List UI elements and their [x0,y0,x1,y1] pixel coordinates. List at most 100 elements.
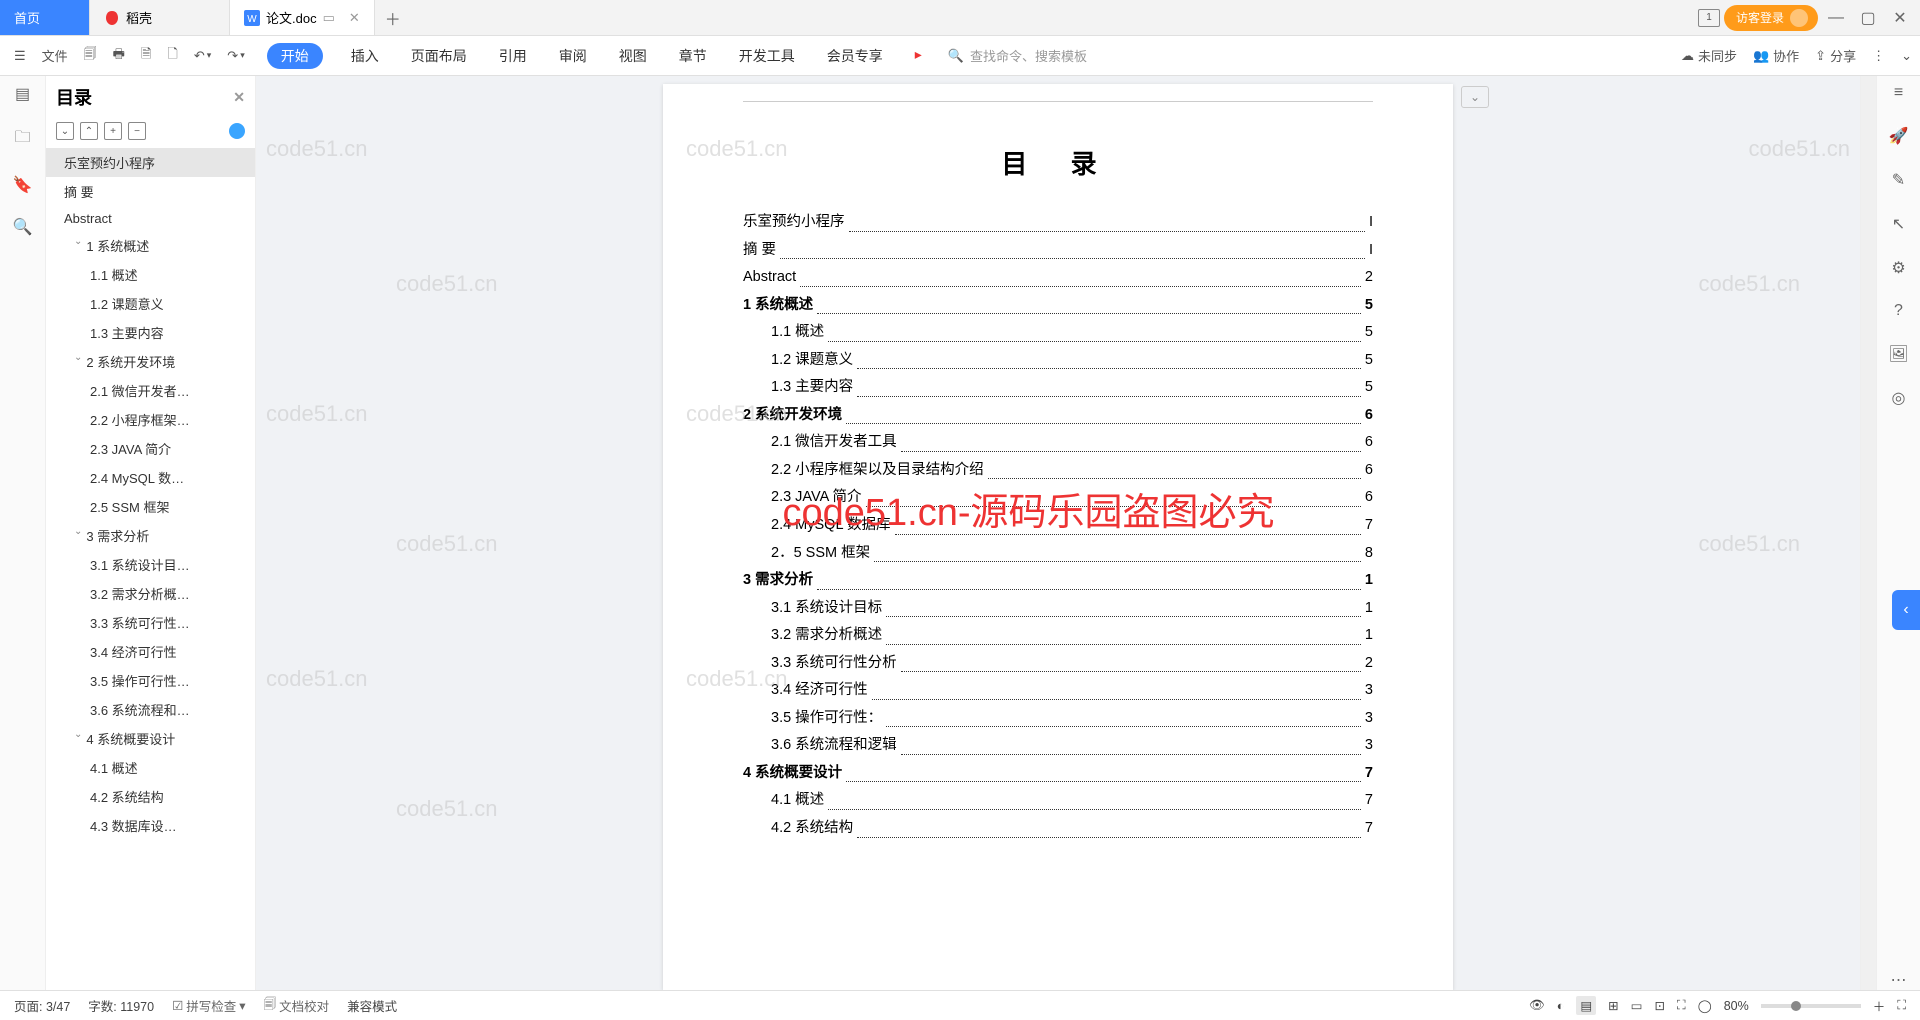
collapse-ribbon-icon[interactable]: ⌄ [1901,46,1912,65]
toc-row[interactable]: 3.5 操作可行性：3 [743,705,1373,733]
toc-row[interactable]: 3 需求分析1 [743,567,1373,595]
more-icon[interactable]: ⋮ [1872,46,1885,65]
toc-row[interactable]: 4.1 概述7 [743,787,1373,815]
login-button[interactable]: 访客登录 [1724,5,1818,31]
menu-chapter[interactable]: 章节 [675,43,711,69]
help-icon[interactable]: ? [1894,302,1903,320]
toc-row[interactable]: Abstract2 [743,264,1373,292]
outline-item[interactable]: 1.2 课题意义 [46,289,255,318]
rocket-icon[interactable]: 🚀 [1889,126,1909,146]
toc-row[interactable]: 乐室预约小程序I [743,209,1373,237]
image-icon[interactable]: 🖼 [1888,344,1908,364]
minimize-icon[interactable]: — [1822,4,1850,32]
outline-close-icon[interactable]: ✕ [233,89,245,106]
search-rail-icon[interactable]: 🔍 [13,217,33,237]
new-tab-button[interactable]: ＋ [375,0,411,35]
outline-item[interactable]: 4.1 概述 [46,753,255,782]
window-mode-icon[interactable]: 1 [1698,9,1720,27]
collapse-all-icon[interactable]: ⌃ [80,122,98,140]
expand-all-icon[interactable]: ⌄ [56,122,74,140]
scrollbar[interactable] [1860,76,1876,990]
compat-mode[interactable]: 兼容模式 [347,996,397,1015]
page-count[interactable]: 页面: 3/47 [14,996,70,1015]
close-window-icon[interactable]: ✕ [1886,4,1914,32]
pen-icon[interactable]: ✎ [1892,170,1905,190]
outline-settings-icon[interactable] [229,123,245,139]
outline-item[interactable]: 3.6 系统流程和… [46,695,255,724]
toc-row[interactable]: 4 系统概要设计7 [743,760,1373,788]
outline-item[interactable]: 1.3 主要内容 [46,318,255,347]
toc-row[interactable]: 2．5 SSM 框架8 [743,540,1373,568]
document-viewport[interactable]: 目 录 乐室预约小程序I摘 要IAbstract21 系统概述51.1 概述51… [256,76,1860,990]
outline-item[interactable]: 3.4 经济可行性 [46,637,255,666]
outline-item[interactable]: 1.1 概述 [46,260,255,289]
save-icon[interactable]: 🗐 [78,41,103,71]
preview-icon[interactable]: 🗎 [135,41,157,71]
outline-item[interactable]: 3.5 操作可行性… [46,666,255,695]
menu-review[interactable]: 审阅 [555,43,591,69]
share-button[interactable]: ⇪分享 [1815,46,1856,65]
settings-slider-icon[interactable]: ⚙ [1891,258,1905,278]
spellcheck-button[interactable]: ☑ 拼写检查 ▾ [172,996,246,1015]
search-box[interactable]: 🔍 查找命令、搜索模板 [948,46,1087,65]
tab-daoke[interactable]: 稻壳 [90,0,230,35]
tab-close-icon[interactable]: ✕ [349,10,360,26]
menu-insert[interactable]: 插入 [347,43,383,69]
collapse-page-icon[interactable]: ⌄ [1461,86,1489,108]
tab-home[interactable]: 首页 [0,0,90,35]
fit-icon[interactable]: ⛶ [1677,998,1686,1013]
outline-item[interactable]: ⌄1 系统概述 [46,231,255,260]
readmode-icon[interactable]: ▤ [1576,996,1596,1015]
add-icon[interactable]: + [104,122,122,140]
outline-rail-icon[interactable]: ▤ [15,84,30,104]
zoom-in-icon[interactable]: ＋ [1873,996,1886,1015]
target-icon[interactable]: ◎ [1892,388,1906,408]
ruler[interactable] [743,84,1373,102]
layout-icon[interactable]: ⊞ [1608,998,1618,1013]
outline-item[interactable]: 3.1 系统设计目… [46,550,255,579]
outline-item[interactable]: 2.2 小程序框架… [46,405,255,434]
outline-item[interactable]: ⌄2 系统开发环境 [46,347,255,376]
toc-row[interactable]: 3.2 需求分析概述1 [743,622,1373,650]
toc-row[interactable]: 3.3 系统可行性分析2 [743,650,1373,678]
print-icon[interactable]: 🖶 [107,41,131,71]
proof-button[interactable]: 🗐 文档校对 [264,995,330,1016]
eye-icon[interactable]: 👁 [1529,998,1545,1013]
toc-row[interactable]: 1.2 课题意义5 [743,347,1373,375]
nightmode-icon[interactable]: ◐ [1557,999,1565,1013]
fullscreen-icon[interactable]: ⛶ [1897,998,1906,1013]
menu-devtools[interactable]: 开发工具 [735,43,799,69]
toc-row[interactable]: 摘 要I [743,237,1373,265]
outline-item[interactable]: 2.4 MySQL 数… [46,463,255,492]
book-icon[interactable]: ▭ [1631,998,1643,1013]
zoom-level[interactable]: 80% [1724,999,1749,1013]
menu-ref[interactable]: 引用 [495,43,531,69]
menu-more-icon[interactable]: ▸ [911,43,926,69]
sync-button[interactable]: ☁未同步 [1681,46,1737,65]
hamburger-icon[interactable]: ☰ [8,44,32,68]
sidebar-toggle-button[interactable]: ‹ [1892,590,1920,630]
word-count[interactable]: 字数: 11970 [88,996,154,1015]
toc-row[interactable]: 4.2 系统结构7 [743,815,1373,843]
outline-item[interactable]: 2.3 JAVA 简介 [46,434,255,463]
outline-item[interactable]: 3.2 需求分析概… [46,579,255,608]
outline-item[interactable]: 摘 要 [46,177,255,206]
file-menu[interactable]: 文件 [36,42,74,69]
remove-icon[interactable]: − [128,122,146,140]
redo-icon[interactable]: ↷▾ [221,44,250,68]
more-rail-icon[interactable]: ⋯ [1891,970,1907,990]
outline-item[interactable]: ⌄4 系统概要设计 [46,724,255,753]
toc-row[interactable]: 2 系统开发环境6 [743,402,1373,430]
maximize-icon[interactable]: ▢ [1854,4,1882,32]
outline-list[interactable]: 乐室预约小程序摘 要Abstract⌄1 系统概述1.1 概述1.2 课题意义1… [46,148,255,990]
toc-row[interactable]: 3.4 经济可行性3 [743,677,1373,705]
toc-row[interactable]: 1.3 主要内容5 [743,374,1373,402]
zoom-out-icon[interactable]: ◯ [1698,998,1712,1013]
tab-float-icon[interactable]: ▭ [323,10,335,26]
outline-item[interactable]: 3.3 系统可行性… [46,608,255,637]
pointer-icon[interactable]: ↖ [1892,214,1905,234]
menu-layout[interactable]: 页面布局 [407,43,471,69]
toc-row[interactable]: 1 系统概述5 [743,292,1373,320]
toc-row[interactable]: 3.1 系统设计目标1 [743,595,1373,623]
toc-row[interactable]: 3.6 系统流程和逻辑3 [743,732,1373,760]
